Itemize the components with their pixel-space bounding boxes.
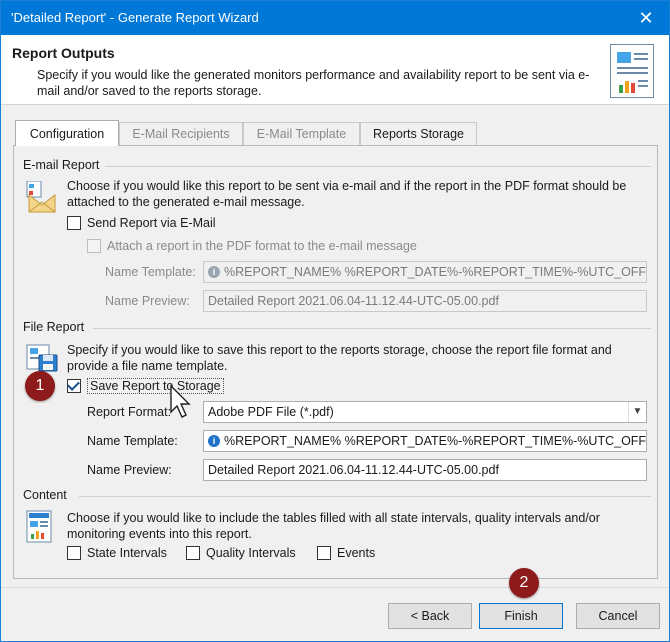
file-name-template-label: Name Template:	[87, 434, 178, 448]
mouse-cursor-icon	[169, 384, 193, 423]
save-to-storage-label: Save Report to Storage	[87, 378, 224, 394]
content-heading: Content	[23, 488, 67, 502]
cancel-button[interactable]: Cancel	[576, 603, 660, 629]
save-to-storage-checkbox[interactable]: Save Report to Storage	[67, 378, 224, 394]
content-description: Choose if you would like to include the …	[67, 511, 600, 541]
step-marker-2: 2	[509, 568, 539, 598]
checkmark-icon	[67, 379, 81, 393]
quality-intervals-label: Quality Intervals	[206, 546, 296, 560]
quality-intervals-box[interactable]	[186, 546, 200, 560]
email-section-divider	[105, 166, 651, 167]
state-intervals-box[interactable]	[67, 546, 81, 560]
chevron-down-icon[interactable]: ▼	[628, 402, 646, 422]
email-name-template-label: Name Template:	[105, 265, 196, 279]
attach-pdf-checkbox[interactable]: Attach a report in the PDF format to the…	[87, 239, 417, 253]
email-name-template-value: %REPORT_NAME% %REPORT_DATE%-%REPORT_TIME…	[224, 265, 647, 279]
events-box[interactable]	[317, 546, 331, 560]
back-button[interactable]: < Back	[388, 603, 472, 629]
wizard-header: Report Outputs Specify if you would like…	[1, 35, 669, 105]
attach-pdf-box[interactable]	[87, 239, 101, 253]
attach-pdf-label: Attach a report in the PDF format to the…	[107, 239, 417, 253]
step-marker-1: 1	[25, 371, 55, 401]
quality-intervals-checkbox[interactable]: Quality Intervals	[186, 546, 296, 560]
page-title: Report Outputs	[12, 45, 115, 61]
tab-email-recipients[interactable]: E-Mail Recipients	[119, 122, 243, 146]
state-intervals-checkbox[interactable]: State Intervals	[67, 546, 167, 560]
file-report-heading: File Report	[23, 320, 85, 334]
title-bar: 'Detailed Report' - Generate Report Wiza…	[1, 1, 669, 35]
finish-button[interactable]: Finish	[479, 603, 563, 629]
events-checkbox[interactable]: Events	[317, 546, 375, 560]
tab-reports-storage[interactable]: Reports Storage	[360, 122, 477, 146]
close-icon[interactable]: ✕	[633, 6, 659, 30]
email-name-template-field[interactable]: i %REPORT_NAME% %REPORT_DATE%-%REPORT_TI…	[203, 261, 647, 283]
file-name-preview-field: Detailed Report 2021.06.04-11.12.44-UTC-…	[203, 459, 647, 481]
email-report-description: Choose if you would like this report to …	[67, 179, 627, 209]
events-label: Events	[337, 546, 376, 560]
page-description: Specify if you would like the generated …	[37, 68, 590, 98]
report-format-select[interactable]: Adobe PDF File (*.pdf) ▼	[203, 401, 647, 423]
send-via-email-checkbox[interactable]: Send Report via E-Mail	[67, 216, 216, 230]
wizard-window: 'Detailed Report' - Generate Report Wiza…	[0, 0, 670, 642]
send-via-email-box[interactable]	[67, 216, 81, 230]
window-title: 'Detailed Report' - Generate Report Wiza…	[11, 10, 259, 25]
email-report-heading: E-mail Report	[23, 158, 100, 172]
report-format-label: Report Format:	[87, 405, 172, 419]
file-section-divider	[93, 328, 651, 329]
info-icon: i	[208, 435, 220, 447]
footer-divider	[1, 587, 669, 588]
info-icon: i	[208, 266, 220, 278]
report-document-icon	[610, 44, 654, 98]
tab-configuration[interactable]: Configuration	[15, 120, 119, 146]
send-via-email-label: Send Report via E-Mail	[87, 216, 216, 230]
save-to-storage-box[interactable]	[67, 379, 81, 393]
file-name-preview-label: Name Preview:	[87, 463, 172, 477]
email-name-preview-field: Detailed Report 2021.06.04-11.12.44-UTC-…	[203, 290, 647, 312]
email-name-preview-label: Name Preview:	[105, 294, 190, 308]
file-storage-icon	[25, 341, 58, 372]
file-name-template-field[interactable]: i %REPORT_NAME% %REPORT_DATE%-%REPORT_TI…	[203, 430, 647, 452]
email-envelope-icon	[25, 180, 56, 213]
file-name-template-value: %REPORT_NAME% %REPORT_DATE%-%REPORT_TIME…	[224, 434, 647, 448]
file-report-description: Specify if you would like to save this r…	[67, 343, 612, 373]
content-section-divider	[79, 496, 651, 497]
state-intervals-label: State Intervals	[87, 546, 167, 560]
tab-email-template[interactable]: E-Mail Template	[243, 122, 360, 146]
report-format-value: Adobe PDF File (*.pdf)	[208, 405, 334, 419]
report-content-icon	[25, 510, 55, 543]
